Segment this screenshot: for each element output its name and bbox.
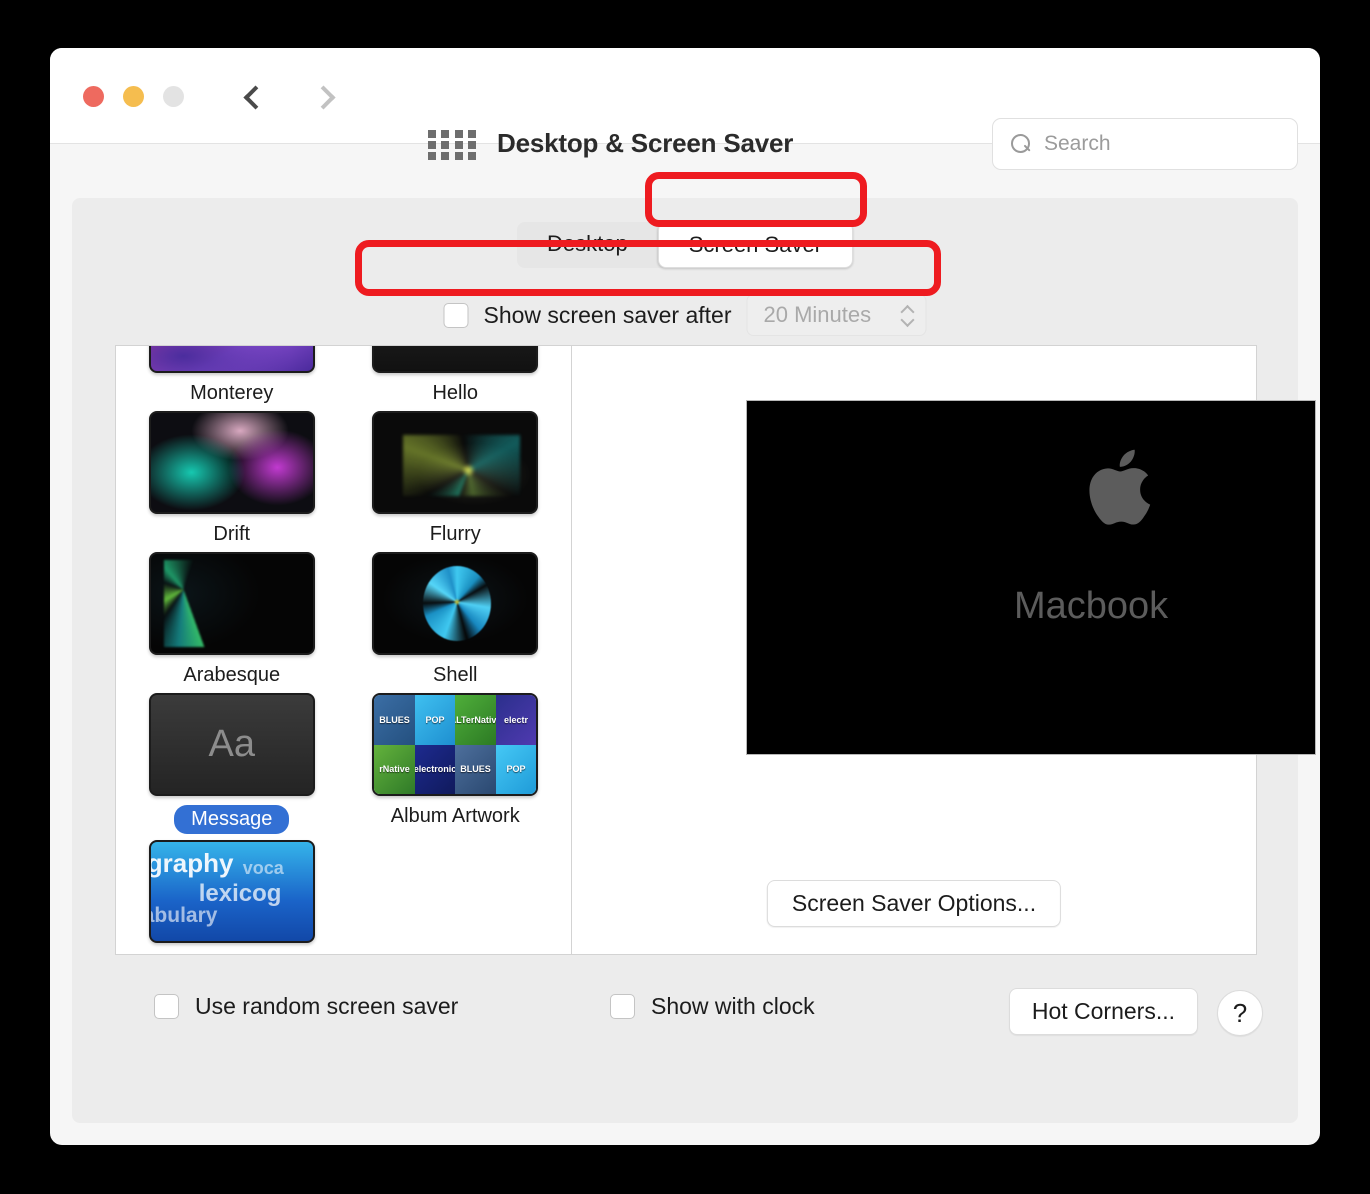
screen-saver-content-box: Monterey hello Hello Drift Fl bbox=[115, 345, 1316, 955]
forward-button[interactable] bbox=[309, 76, 343, 118]
saver-item-monterey[interactable]: Monterey bbox=[142, 346, 322, 405]
search-icon bbox=[1011, 133, 1032, 155]
bottom-bar-row: Use random screen saver Show with clock … bbox=[72, 988, 1298, 1039]
minimize-button[interactable] bbox=[123, 86, 144, 107]
saver-thumbnail-hello: hello bbox=[372, 346, 539, 373]
saver-label: Flurry bbox=[429, 523, 481, 545]
preferences-panel: Desktop Screen Saver Show screen saver a… bbox=[72, 198, 1316, 1123]
show-screen-saver-label: Show screen saver after bbox=[483, 301, 732, 328]
show-with-clock-row[interactable]: Show with clock bbox=[610, 993, 815, 1020]
wod-word: graphy bbox=[148, 848, 234, 878]
album-tile: BLUES bbox=[455, 744, 496, 794]
saver-thumbnail-drift bbox=[148, 411, 315, 514]
show-all-grid-icon[interactable] bbox=[428, 130, 478, 160]
screen-saver-list[interactable]: Monterey hello Hello Drift Fl bbox=[116, 346, 571, 954]
saver-label: Monterey bbox=[190, 382, 274, 404]
search-placeholder: Search bbox=[1044, 132, 1111, 155]
screen-saver-options-button[interactable]: Screen Saver Options... bbox=[766, 880, 1062, 927]
album-tile: BLUES bbox=[374, 695, 415, 745]
saver-label: Album Artwork bbox=[390, 805, 520, 827]
saver-label: Hello bbox=[432, 382, 479, 404]
album-tile: POP bbox=[414, 695, 456, 745]
tab-desktop[interactable]: Desktop bbox=[517, 222, 658, 268]
back-chevron-icon bbox=[242, 84, 268, 110]
saver-item-word-of-the-day[interactable]: graphy voca lexicog abulary Word of the … bbox=[142, 840, 322, 954]
album-tile: electr bbox=[495, 695, 537, 745]
use-random-screen-saver-row[interactable]: Use random screen saver bbox=[154, 993, 458, 1020]
screen-saver-preview-pane: Macbook Screen Saver Options... bbox=[572, 346, 1316, 954]
traffic-light-group bbox=[83, 86, 184, 107]
show-with-clock-label: Show with clock bbox=[651, 993, 815, 1019]
preview-machine-name: Macbook bbox=[1013, 584, 1169, 627]
wod-word: abulary bbox=[148, 904, 218, 927]
navigation-buttons bbox=[235, 76, 343, 118]
saver-thumbnail-flurry bbox=[372, 411, 539, 514]
screen-saver-preview[interactable]: Macbook bbox=[746, 400, 1316, 755]
wod-word: voca bbox=[242, 858, 284, 878]
up-down-stepper-icon bbox=[903, 306, 914, 324]
window-titlebar: Desktop & Screen Saver Search bbox=[50, 48, 1320, 170]
apple-logo-icon bbox=[1089, 449, 1151, 525]
hot-corners-button[interactable]: Hot Corners... bbox=[1008, 988, 1198, 1035]
saver-thumbnail-album-artwork: BLUES POP ALTerNative electr rNative ele… bbox=[372, 693, 539, 796]
tab-bar: Desktop Screen Saver bbox=[516, 222, 854, 268]
forward-chevron-icon bbox=[310, 84, 336, 110]
album-tile: POP bbox=[495, 744, 537, 794]
saver-item-arabesque[interactable]: Arabesque bbox=[142, 552, 322, 687]
saver-thumbnail-shell bbox=[372, 552, 539, 655]
show-screen-saver-checkbox[interactable] bbox=[443, 302, 469, 328]
saver-item-drift[interactable]: Drift bbox=[142, 411, 322, 546]
show-screen-saver-row: Show screen saver after 20 Minutes bbox=[443, 294, 927, 336]
use-random-screen-saver-label: Use random screen saver bbox=[195, 993, 459, 1019]
system-preferences-window: Desktop & Screen Saver Search Desktop Sc… bbox=[50, 48, 1320, 1145]
zoom-button[interactable] bbox=[163, 86, 184, 107]
bottom-bar: Use random screen saver Show with clock … bbox=[72, 963, 1298, 1123]
show-with-clock-checkbox[interactable] bbox=[610, 994, 635, 1019]
saver-item-shell[interactable]: Shell bbox=[366, 552, 546, 687]
saver-thumbnail-arabesque bbox=[148, 552, 315, 655]
page-title: Desktop & Screen Saver bbox=[497, 128, 794, 158]
search-field[interactable]: Search bbox=[992, 118, 1298, 170]
album-tile: rNative bbox=[374, 744, 415, 794]
tab-screen-saver[interactable]: Screen Saver bbox=[657, 222, 854, 268]
saver-label: Shell bbox=[433, 664, 478, 686]
saver-item-flurry[interactable]: Flurry bbox=[366, 411, 546, 546]
saver-item-album-artwork[interactable]: BLUES POP ALTerNative electr rNative ele… bbox=[366, 693, 546, 834]
screen-saver-delay-value: 20 Minutes bbox=[763, 302, 872, 327]
saver-label-selected: Message bbox=[174, 805, 290, 834]
saver-label: Arabesque bbox=[183, 664, 281, 686]
album-tile: ALTerNative bbox=[455, 695, 496, 745]
help-button[interactable]: ? bbox=[1217, 990, 1263, 1036]
back-button[interactable] bbox=[235, 76, 269, 118]
screen-saver-delay-dropdown[interactable]: 20 Minutes bbox=[746, 294, 927, 336]
message-art-text: Aa bbox=[208, 723, 255, 765]
hello-art-text: hello bbox=[401, 346, 510, 348]
saver-item-message[interactable]: Aa Message bbox=[142, 693, 322, 834]
close-button[interactable] bbox=[83, 86, 104, 107]
saver-label: Drift bbox=[213, 523, 251, 545]
saver-item-hello[interactable]: hello Hello bbox=[366, 346, 546, 405]
saver-thumbnail-message: Aa bbox=[148, 693, 315, 796]
saver-thumbnail-word-of-the-day: graphy voca lexicog abulary bbox=[148, 840, 315, 943]
album-tile: electronic bbox=[414, 744, 456, 794]
saver-label: Word of the Day bbox=[160, 952, 304, 954]
saver-thumbnail-monterey bbox=[148, 346, 315, 373]
use-random-screen-saver-checkbox[interactable] bbox=[154, 994, 179, 1019]
